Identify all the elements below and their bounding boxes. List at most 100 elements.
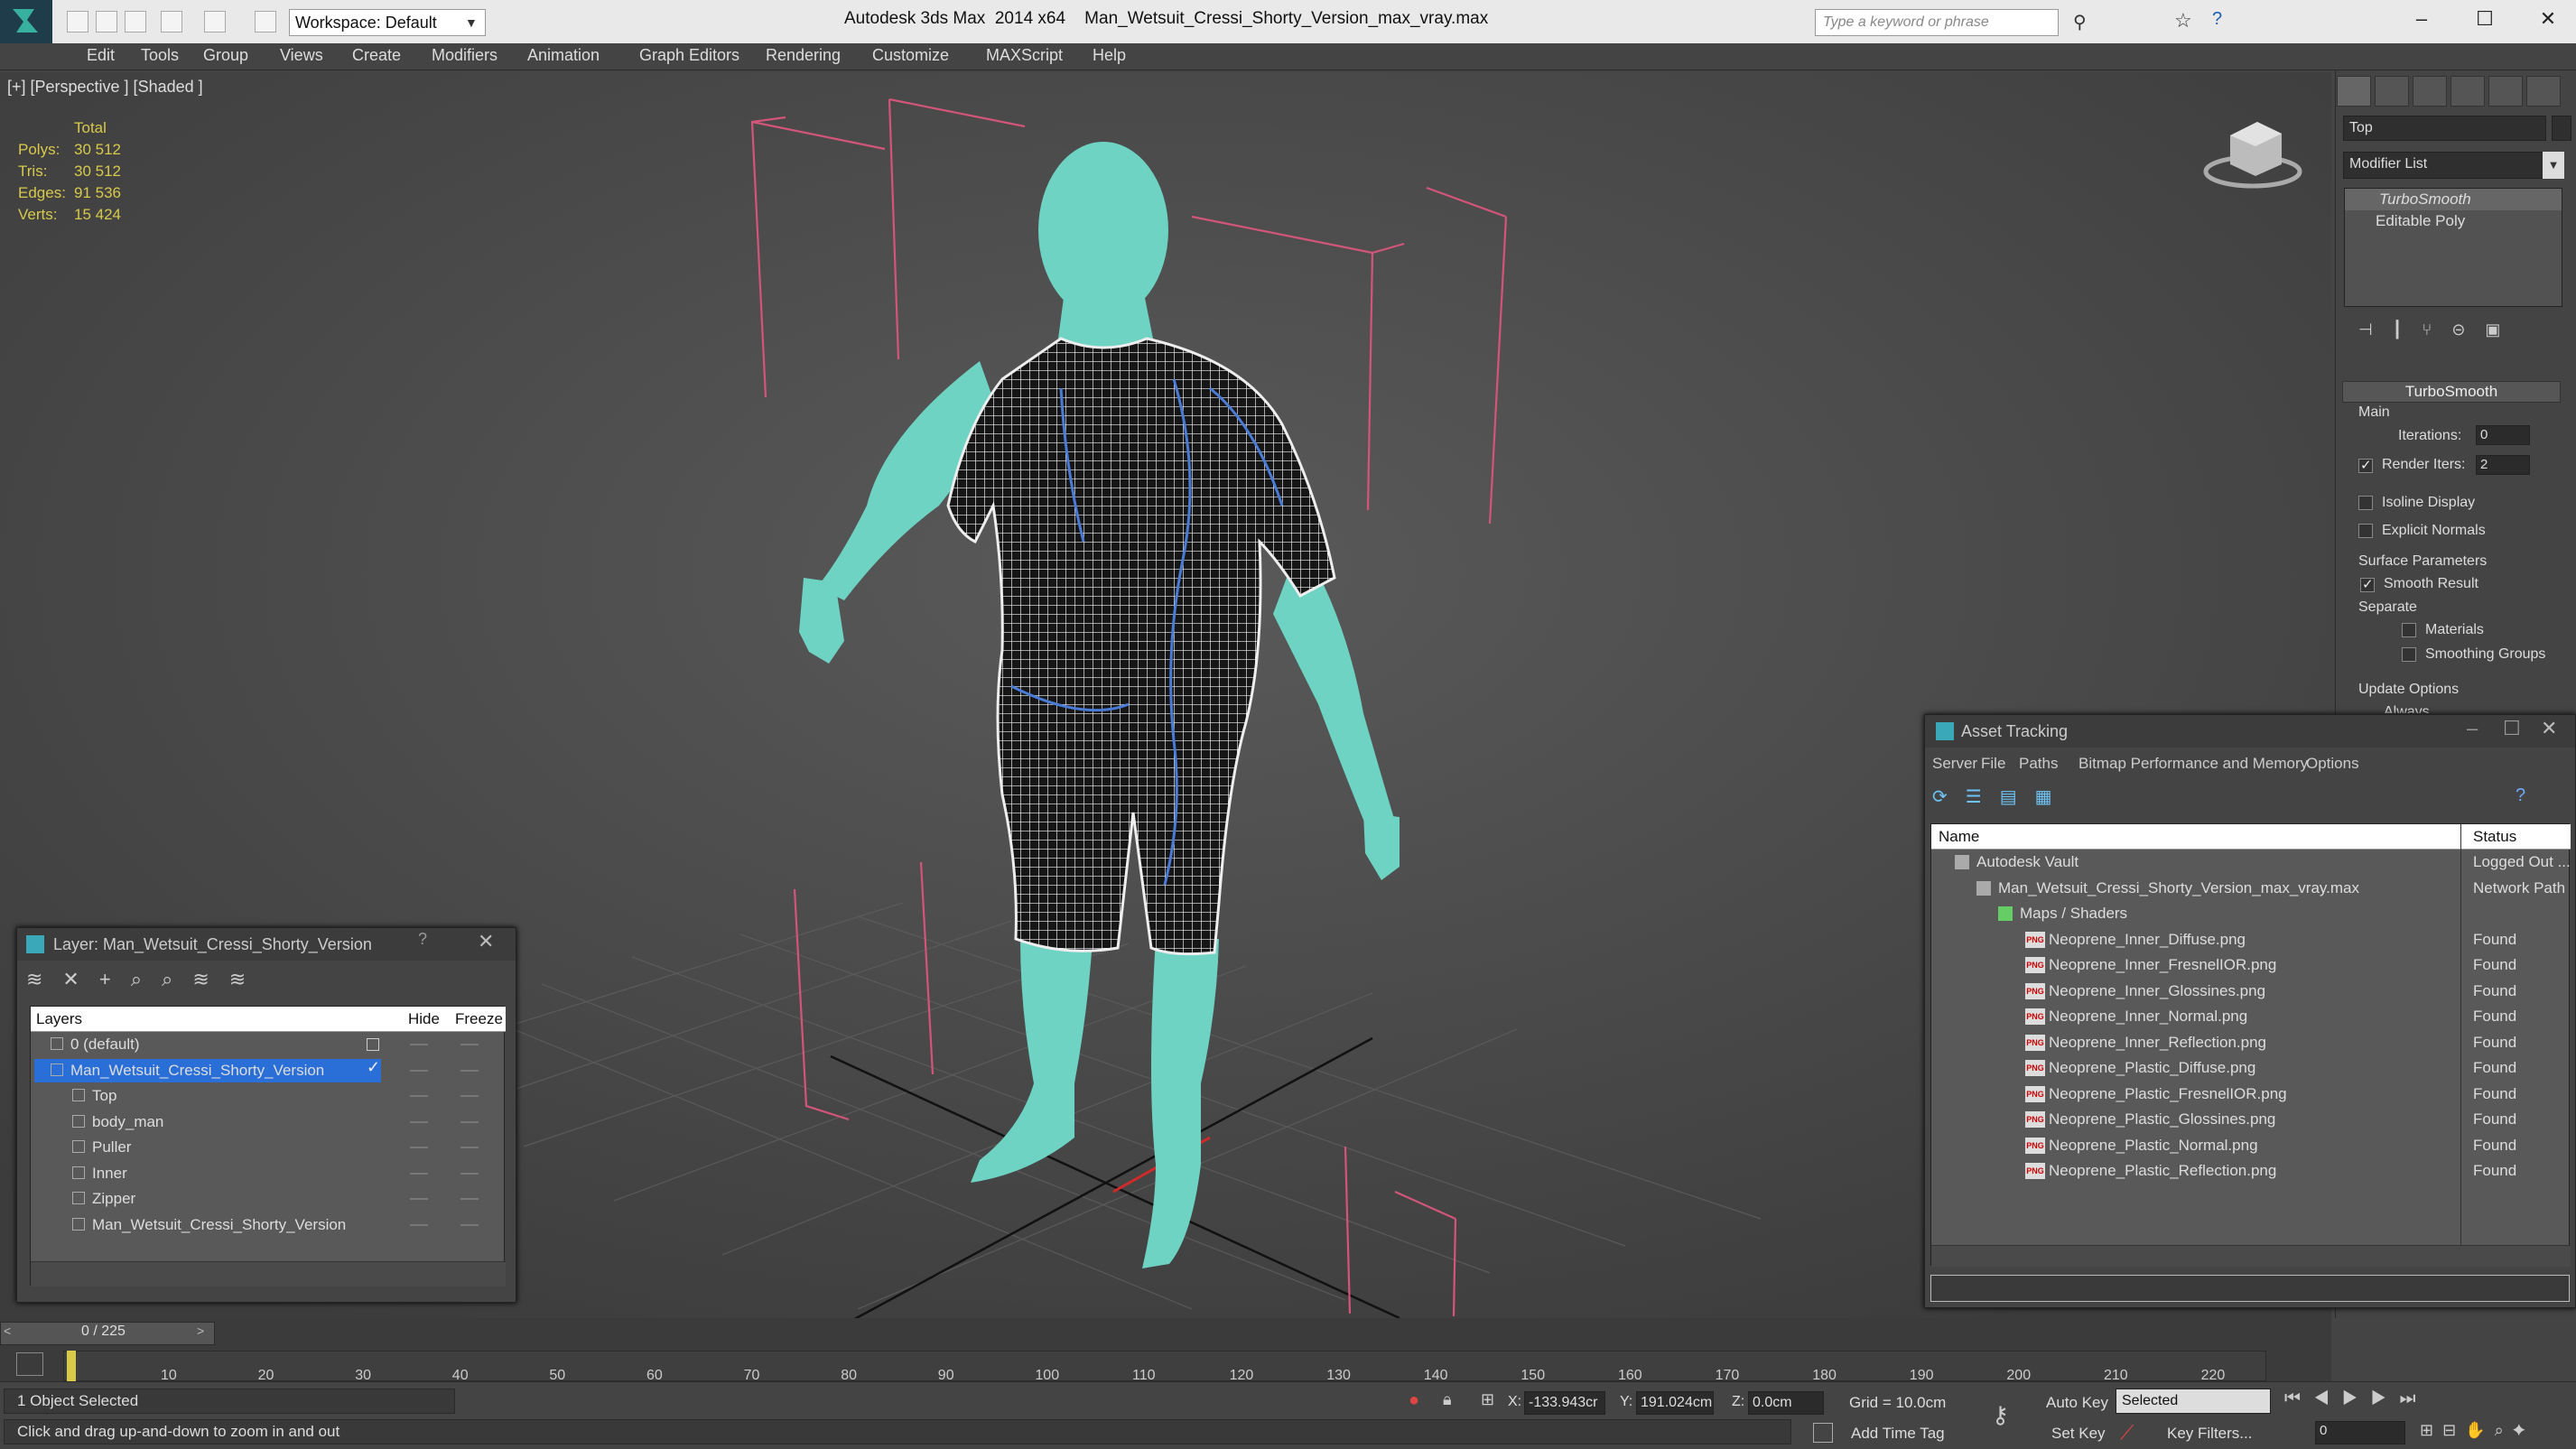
asset-help-icon[interactable]: ? — [2516, 785, 2525, 806]
asset-menu-bitmap-performance-and-memory[interactable]: Bitmap Performance and Memory — [2078, 755, 2308, 773]
menu-maxscript[interactable]: MAXScript — [986, 46, 1063, 65]
asset-row[interactable]: PNG Neoprene_Inner_Normal.png Found — [1931, 1004, 2571, 1029]
set-key-button[interactable]: Set Key — [2051, 1425, 2106, 1443]
stack-tools[interactable]: ⊣┃⑂⊝▣ — [2358, 320, 2557, 344]
layer-row[interactable]: Top — [31, 1083, 506, 1109]
smoothing-groups-checkbox[interactable] — [2402, 647, 2416, 662]
layer-help-button[interactable]: ? — [418, 930, 427, 949]
turbosmooth-rollout-header[interactable]: TurboSmooth — [2342, 381, 2561, 403]
hide-toggle[interactable] — [410, 1120, 428, 1123]
asset-menu-file[interactable]: File — [1981, 755, 2005, 773]
display-tab-icon[interactable] — [2488, 76, 2523, 107]
close-button[interactable]: ✕ — [2530, 7, 2566, 31]
asset-hscroll[interactable] — [1931, 1245, 2571, 1267]
hide-toggle[interactable] — [410, 1223, 428, 1226]
undo-icon[interactable] — [161, 11, 182, 33]
motion-tab-icon[interactable] — [2450, 76, 2485, 107]
minimize-button[interactable]: – — [2404, 7, 2440, 31]
asset-row[interactable]: PNG Neoprene_Plastic_Glossines.png Found — [1931, 1107, 2571, 1132]
chevron-down-icon[interactable]: ▼ — [2543, 152, 2564, 179]
hide-toggle[interactable] — [410, 1044, 428, 1045]
freeze-toggle[interactable] — [460, 1223, 479, 1226]
workspace-dropdown[interactable]: Workspace: Default — [289, 9, 486, 36]
layer-close-button[interactable]: ✕ — [478, 930, 494, 953]
open-file-icon[interactable] — [96, 11, 117, 33]
layer-active-box[interactable] — [367, 1038, 379, 1051]
layer-row[interactable]: Puller — [31, 1135, 506, 1160]
freeze-toggle[interactable] — [460, 1147, 479, 1148]
asset-row[interactable]: Man_Wetsuit_Cressi_Shorty_Version_max_vr… — [1931, 876, 2571, 901]
asset-menu-options[interactable]: Options — [2306, 755, 2359, 773]
asset-row[interactable]: PNG Neoprene_Inner_Glossines.png Found — [1931, 979, 2571, 1004]
binoculars-icon[interactable]: ⚲ — [2073, 11, 2087, 33]
x-coord-field[interactable]: -133.943cr — [1524, 1391, 1605, 1415]
prev-frame-icon[interactable]: < — [4, 1324, 11, 1338]
iterations-spinner[interactable]: 0 — [2476, 425, 2530, 445]
materials-checkbox[interactable] — [2402, 623, 2416, 637]
asset-row[interactable]: Maps / Shaders — [1931, 901, 2571, 926]
redo-icon[interactable] — [204, 11, 226, 33]
always-radio-label[interactable]: Always — [2384, 704, 2430, 713]
col-freeze[interactable]: Freeze — [455, 1007, 503, 1032]
track-bar[interactable] — [63, 1351, 2266, 1381]
asset-path-field[interactable] — [1930, 1275, 2570, 1302]
asset-row[interactable]: Autodesk Vault Logged Out ... — [1931, 850, 2571, 875]
explicit-normals-checkbox[interactable] — [2358, 524, 2373, 538]
asset-maximize-button[interactable]: ☐ — [2503, 717, 2521, 740]
modifier-list-dropdown[interactable]: Modifier List — [2343, 152, 2562, 179]
object-color-swatch[interactable] — [2552, 116, 2571, 141]
menu-graph-editors[interactable]: Graph Editors — [639, 46, 739, 65]
col-status[interactable]: Status — [2473, 824, 2516, 850]
auto-key-button[interactable]: Auto Key — [2046, 1394, 2108, 1412]
layer-row[interactable]: Zipper — [31, 1186, 506, 1212]
modify-tab-icon[interactable] — [2375, 76, 2409, 107]
asset-close-button[interactable]: ✕ — [2541, 717, 2557, 740]
stack-item-editable-poly[interactable]: Editable Poly — [2345, 210, 2562, 232]
stack-item-turbosmooth[interactable]: TurboSmooth — [2345, 189, 2562, 210]
freeze-toggle[interactable] — [460, 1044, 479, 1045]
asset-toolbar[interactable]: ⟳☰▤▦ — [1932, 785, 2474, 811]
selection-lock-icon[interactable]: 🔒︎ — [1443, 1390, 1452, 1409]
create-tab-icon[interactable] — [2337, 76, 2371, 107]
project-folder-icon[interactable] — [255, 11, 276, 33]
layer-row[interactable]: Man_Wetsuit_Cressi_Shorty_Version — [31, 1212, 506, 1238]
key-mode-dropdown[interactable]: Selected — [2116, 1389, 2271, 1414]
app-logo-icon[interactable] — [0, 0, 52, 43]
asset-menu-server[interactable]: Server — [1932, 755, 1977, 773]
next-frame-icon[interactable]: > — [197, 1324, 204, 1338]
render-iters-checkbox[interactable] — [2358, 457, 2373, 473]
layer-row[interactable]: body_man — [31, 1110, 506, 1135]
hide-toggle[interactable] — [410, 1095, 428, 1097]
maximize-button[interactable]: ☐ — [2467, 7, 2503, 31]
freeze-toggle[interactable] — [460, 1095, 479, 1097]
asset-minimize-button[interactable]: – — [2467, 717, 2478, 740]
time-tag-icon[interactable] — [1813, 1423, 1833, 1443]
asset-row[interactable]: PNG Neoprene_Plastic_FresnelIOR.png Found — [1931, 1082, 2571, 1107]
freeze-toggle[interactable] — [460, 1120, 479, 1123]
layer-row[interactable]: Man_Wetsuit_Cressi_Shorty_Version ✓ — [31, 1058, 506, 1083]
chevron-down-icon[interactable]: ▼ — [465, 9, 485, 36]
asset-row[interactable]: PNG Neoprene_Plastic_Diffuse.png Found — [1931, 1055, 2571, 1081]
new-file-icon[interactable] — [67, 11, 88, 33]
mini-curve-editor-icon[interactable] — [16, 1352, 43, 1376]
search-input[interactable]: Type a keyword or phrase — [1815, 9, 2059, 36]
help-icon[interactable]: ? — [2212, 9, 2222, 30]
absolute-mode-icon[interactable]: ⊞ — [1481, 1390, 1494, 1409]
utilities-tab-icon[interactable] — [2526, 76, 2561, 107]
col-name[interactable]: Name — [1939, 824, 1979, 850]
menu-edit[interactable]: Edit — [87, 46, 115, 65]
layer-row[interactable]: 0 (default) — [31, 1032, 506, 1057]
hide-toggle[interactable] — [410, 1069, 428, 1072]
menu-create[interactable]: Create — [352, 46, 401, 65]
playback-controls[interactable]: ⏮◀▶▶⏭ — [2284, 1389, 2573, 1414]
key-filters-button[interactable]: Key Filters... — [2167, 1425, 2252, 1443]
asset-row[interactable]: PNG Neoprene_Inner_FresnelIOR.png Found — [1931, 952, 2571, 978]
layer-hscroll[interactable] — [31, 1261, 506, 1286]
add-time-tag[interactable]: Add Time Tag — [1851, 1425, 1945, 1443]
z-coord-field[interactable]: 0.0cm — [1748, 1391, 1824, 1415]
menu-rendering[interactable]: Rendering — [766, 46, 841, 65]
menu-help[interactable]: Help — [1093, 46, 1126, 65]
asset-row[interactable]: PNG Neoprene_Inner_Diffuse.png Found — [1931, 927, 2571, 952]
current-frame-marker[interactable] — [67, 1351, 76, 1381]
hide-toggle[interactable] — [410, 1172, 428, 1175]
